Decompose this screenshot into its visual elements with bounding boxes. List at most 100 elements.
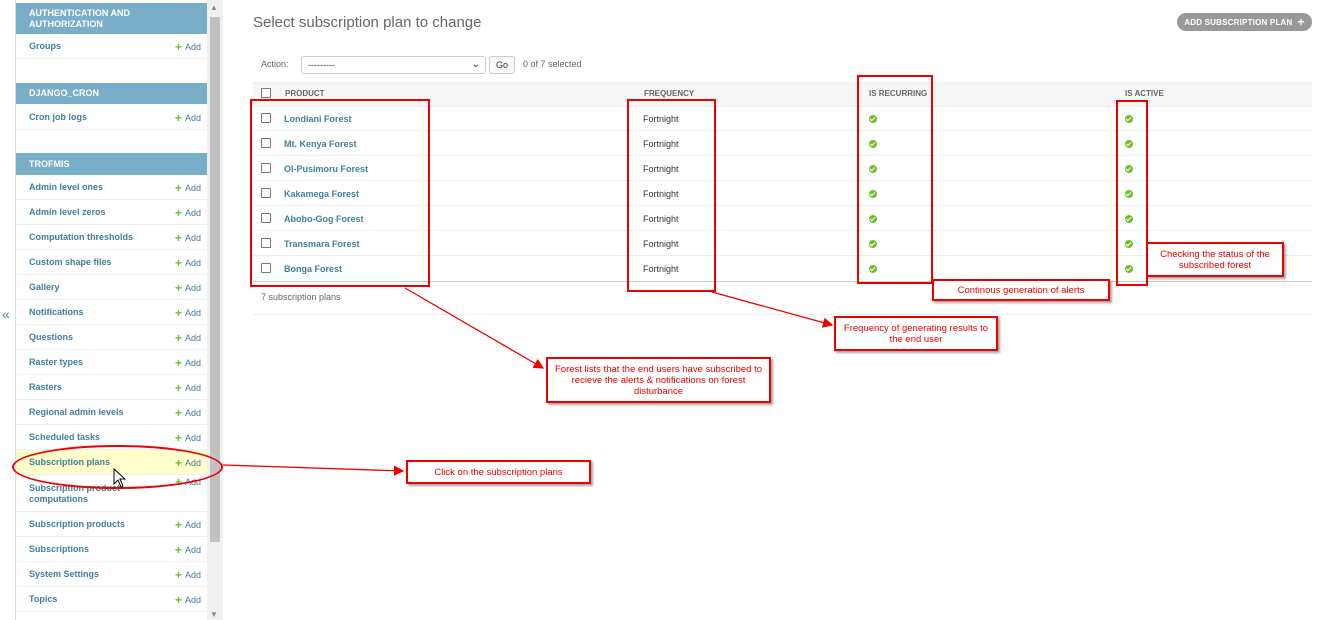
sidebar-item-label[interactable]: System Settings bbox=[29, 562, 149, 587]
sidebar-item-label[interactable]: Admin level zeros bbox=[29, 200, 149, 225]
sidebar-item-label[interactable]: Computation thresholds bbox=[29, 225, 149, 250]
scroll-up-icon[interactable]: ▲ bbox=[210, 3, 218, 12]
sidebar-item-label[interactable]: Groups bbox=[29, 34, 149, 59]
sidebar-item-raster-types[interactable]: Raster types + Add bbox=[16, 350, 207, 375]
sidebar-item-cron-job-logs[interactable]: Cron job logs + Add bbox=[16, 105, 207, 130]
section-django-cron[interactable]: DJANGO_CRON bbox=[16, 83, 207, 104]
scroll-down-icon[interactable]: ▼ bbox=[210, 610, 218, 619]
sidebar-item-gallery[interactable]: Gallery + Add bbox=[16, 275, 207, 300]
add-link[interactable]: + Add bbox=[175, 325, 201, 350]
sidebar-item-notifications[interactable]: Notifications + Add bbox=[16, 300, 207, 325]
add-link[interactable]: + Add bbox=[175, 400, 201, 425]
plus-icon: + bbox=[174, 230, 182, 245]
sidebar-item-subscription-products[interactable]: Subscription products + Add bbox=[16, 512, 207, 537]
mouse-cursor-icon bbox=[113, 468, 127, 488]
sidebar-item-groups[interactable]: Groups + Add bbox=[16, 34, 207, 59]
callout-active-status: Checking the status of the subscribed fo… bbox=[1146, 242, 1284, 277]
column-header-is-active[interactable]: IS ACTIVE bbox=[1125, 89, 1164, 98]
select-all-checkbox[interactable] bbox=[261, 88, 271, 98]
footer-divider bbox=[253, 314, 1312, 315]
section-title: AUTHENTICATION AND AUTHORIZATION bbox=[29, 7, 130, 29]
plus-icon: + bbox=[174, 405, 182, 420]
add-label: Add bbox=[184, 232, 201, 243]
sidebar-item-label[interactable]: Cron job logs bbox=[29, 105, 149, 130]
add-label: Add bbox=[184, 357, 201, 368]
plus-icon: + bbox=[174, 280, 182, 295]
result-count: 7 subscription plans bbox=[261, 292, 341, 302]
add-link[interactable]: + Add bbox=[175, 175, 201, 200]
highlight-frequency-column bbox=[627, 99, 716, 292]
sidebar-item-label[interactable]: Gallery bbox=[29, 275, 149, 300]
highlight-recurring-column bbox=[857, 75, 933, 284]
plus-icon: + bbox=[174, 567, 182, 582]
plus-icon: + bbox=[174, 110, 182, 125]
sidebar-item-label[interactable]: Admin level ones bbox=[29, 175, 149, 200]
add-label: Add bbox=[184, 569, 201, 580]
sidebar-item-label[interactable]: Regional admin levels bbox=[29, 400, 149, 425]
callout-recurring: Continous generation of alerts bbox=[932, 279, 1110, 301]
sidebar-item-label[interactable]: Raster types bbox=[29, 350, 149, 375]
page-title: Select subscription plan to change bbox=[253, 14, 482, 31]
section-trofmis[interactable]: TROFMIS bbox=[16, 153, 207, 175]
highlight-active-column bbox=[1116, 100, 1148, 286]
add-label: Add bbox=[184, 382, 201, 393]
add-label: Add bbox=[184, 332, 201, 343]
plus-icon: + bbox=[174, 430, 182, 445]
add-link[interactable]: + Add bbox=[175, 225, 201, 250]
column-header-frequency[interactable]: FREQUENCY bbox=[644, 89, 694, 98]
collapse-sidebar-icon[interactable]: « bbox=[2, 306, 10, 322]
add-link[interactable]: + Add bbox=[175, 300, 201, 325]
sidebar-item-label[interactable]: Subscriptions bbox=[29, 537, 149, 562]
column-header-product[interactable]: PRODUCT bbox=[285, 89, 325, 98]
plus-icon: + bbox=[174, 355, 182, 370]
sidebar-item-label[interactable]: Custom shape files bbox=[29, 250, 149, 275]
sidebar-item-rasters[interactable]: Rasters + Add bbox=[16, 375, 207, 400]
action-select-value: --------- bbox=[308, 60, 335, 70]
add-link[interactable]: + Add bbox=[175, 105, 201, 130]
add-link[interactable]: + Add bbox=[175, 34, 201, 59]
sidebar-item-computation-thresholds[interactable]: Computation thresholds + Add bbox=[16, 225, 207, 250]
sidebar-item-regional-admin-levels[interactable]: Regional admin levels + Add bbox=[16, 400, 207, 425]
add-link[interactable]: + Add bbox=[175, 350, 201, 375]
callout-click-subscription-plans: Click on the subscription plans bbox=[406, 460, 591, 484]
callout-frequency: Frequency of generating results to the e… bbox=[834, 316, 998, 351]
highlight-product-column bbox=[250, 99, 430, 287]
sidebar-item-admin-level-zeros[interactable]: Admin level zeros + Add bbox=[16, 200, 207, 225]
add-label: Add bbox=[184, 432, 201, 443]
action-label: Action: bbox=[261, 59, 289, 69]
go-button[interactable]: Go bbox=[489, 56, 515, 74]
section-auth[interactable]: AUTHENTICATION AND AUTHORIZATION bbox=[16, 3, 207, 34]
sidebar-item-label[interactable]: Rasters bbox=[29, 375, 149, 400]
add-link[interactable]: + Add bbox=[175, 587, 201, 612]
sidebar-item-custom-shape-files[interactable]: Custom shape files + Add bbox=[16, 250, 207, 275]
add-label: Add bbox=[184, 257, 201, 268]
add-link[interactable]: + Add bbox=[175, 200, 201, 225]
sidebar-item-label[interactable]: Topics bbox=[29, 587, 149, 612]
add-label: Add bbox=[184, 282, 201, 293]
sidebar-item-subscriptions[interactable]: Subscriptions + Add bbox=[16, 537, 207, 562]
sidebar-item-label[interactable]: Questions bbox=[29, 325, 149, 350]
sidebar-item-system-settings[interactable]: System Settings + Add bbox=[16, 562, 207, 587]
sidebar-item-label[interactable]: Subscription products bbox=[29, 512, 149, 537]
add-link[interactable]: + Add bbox=[175, 425, 201, 450]
section-title: TROFMIS bbox=[29, 158, 70, 169]
sidebar-item-topics[interactable]: Topics + Add bbox=[16, 587, 207, 612]
add-link[interactable]: + Add bbox=[175, 375, 201, 400]
add-link[interactable]: + Add bbox=[175, 275, 201, 300]
add-label: Add bbox=[184, 207, 201, 218]
action-select[interactable]: --------- ⌄ bbox=[301, 56, 486, 74]
plus-icon: + bbox=[174, 305, 182, 320]
add-link[interactable]: + Add bbox=[175, 562, 201, 587]
sidebar-item-admin-level-ones[interactable]: Admin level ones + Add bbox=[16, 175, 207, 200]
callout-forest-list: Forest lists that the end users have sub… bbox=[546, 357, 771, 403]
add-link[interactable]: + Add bbox=[175, 250, 201, 275]
add-button-label: ADD SUBSCRIPTION PLAN bbox=[1184, 17, 1293, 27]
add-subscription-plan-button[interactable]: ADD SUBSCRIPTION PLAN + bbox=[1177, 13, 1312, 31]
add-label: Add bbox=[184, 41, 201, 52]
sidebar-item-label[interactable]: Notifications bbox=[29, 300, 149, 325]
add-link[interactable]: + Add bbox=[175, 537, 201, 562]
add-label: Add bbox=[184, 519, 201, 530]
sidebar-item-questions[interactable]: Questions + Add bbox=[16, 325, 207, 350]
plus-icon: + bbox=[1297, 15, 1305, 29]
add-link[interactable]: + Add bbox=[175, 512, 201, 537]
